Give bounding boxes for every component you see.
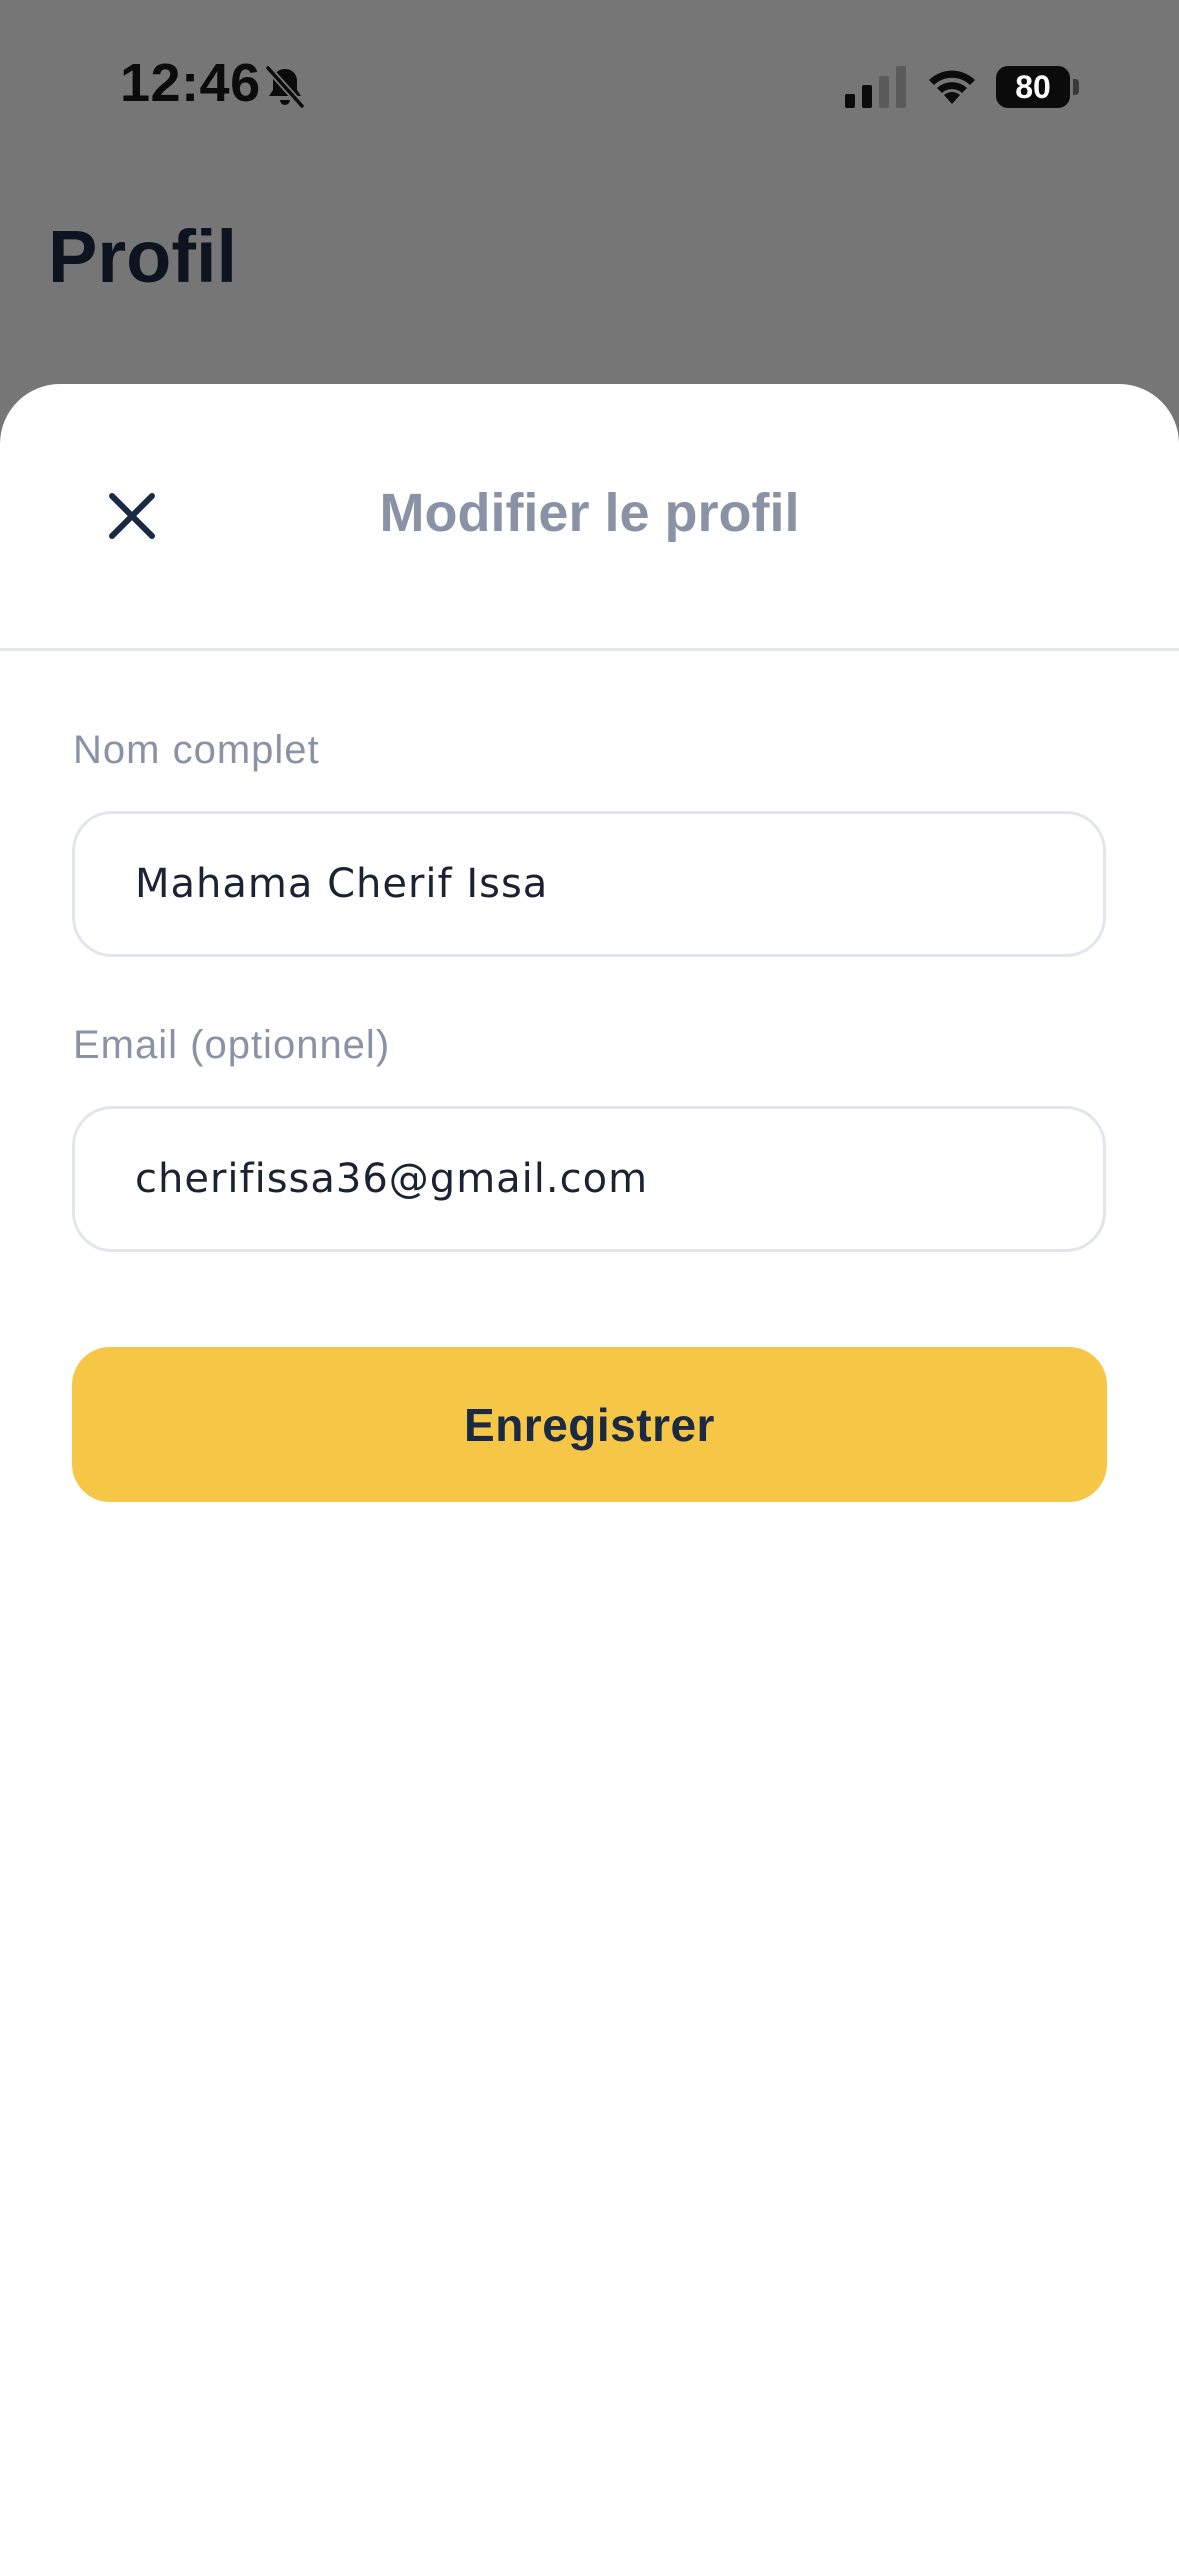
page-title: Profil — [48, 215, 238, 298]
status-time: 12:46 — [120, 53, 261, 113]
battery-icon: 80 — [996, 66, 1080, 108]
save-button[interactable]: Enregistrer — [72, 1347, 1107, 1502]
full-name-input[interactable] — [72, 811, 1106, 957]
email-input[interactable] — [72, 1106, 1106, 1252]
bell-slash-icon — [265, 65, 305, 109]
wifi-icon — [929, 70, 975, 104]
sheet-header: Modifier le profil — [0, 384, 1179, 651]
email-label: Email (optionnel) — [73, 1023, 391, 1067]
edit-profile-sheet: Modifier le profil Nom complet Email (op… — [0, 384, 1179, 2556]
status-bar: 12:46 80 — [0, 0, 1179, 170]
cellular-signal-icon — [845, 66, 906, 108]
battery-level: 80 — [996, 66, 1070, 108]
battery-cap — [1073, 79, 1079, 95]
full-name-label: Nom complet — [73, 728, 320, 772]
sheet-title: Modifier le profil — [379, 483, 800, 543]
screen: 12:46 80 Profil Modifier le profil Nom c… — [0, 0, 1179, 2556]
